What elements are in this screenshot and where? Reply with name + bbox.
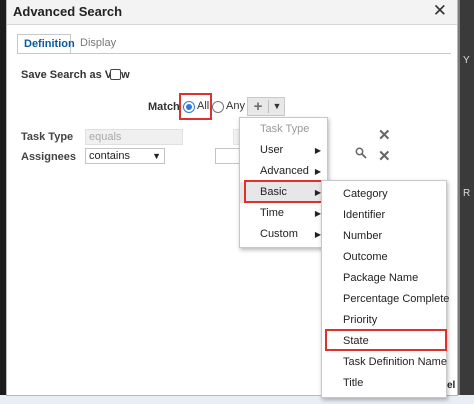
close-icon[interactable]: ✕ (433, 1, 447, 21)
match-any-label: Any (226, 100, 245, 112)
add-criteria-button[interactable]: + ▼ (247, 97, 285, 116)
basic-submenu: Category Identifier Number Outcome Packa… (321, 180, 449, 398)
dialog-titlebar: Advanced Search ✕ (7, 0, 457, 25)
background-peek-text: Y (463, 55, 470, 66)
tab-divider (17, 53, 451, 54)
submenu-item-percentage-complete[interactable]: Percentage Complete (322, 289, 449, 310)
task-type-operator-value: equals (89, 131, 122, 143)
add-criteria-menu: Task Type User ▶ Advanced ▶ Basic ▶ Time… (239, 117, 328, 248)
menu-header-task-type: Task Type (260, 123, 310, 135)
menu-item-advanced[interactable]: Advanced ▶ (240, 161, 327, 182)
match-any-radio[interactable] (212, 101, 224, 113)
menu-item-time[interactable]: Time ▶ (240, 203, 327, 224)
search-icon[interactable] (355, 147, 367, 159)
submenu-item-outcome[interactable]: Outcome (322, 247, 446, 268)
assignees-operator-value: contains (89, 150, 130, 162)
match-all-label: All (197, 100, 210, 112)
dialog-title: Advanced Search (13, 4, 123, 19)
caret-down-icon[interactable]: ▼ (270, 98, 284, 115)
remove-assignees-icon[interactable]: ✕ (378, 149, 391, 164)
background-peek-text: R (463, 188, 471, 199)
menu-item-user[interactable]: User ▶ (240, 140, 327, 161)
button-separator (268, 100, 269, 113)
submenu-item-package-name[interactable]: Package Name (322, 268, 446, 289)
submenu-arrow-icon: ▶ (314, 167, 321, 176)
submenu-item-title[interactable]: Title (322, 373, 446, 394)
task-type-operator-select: equals (85, 129, 183, 145)
match-label: Match (148, 101, 180, 113)
menu-item-custom-label: Custom (260, 228, 298, 240)
chevron-down-icon: ▼ (152, 151, 161, 161)
submenu-item-priority[interactable]: Priority (322, 310, 446, 331)
match-all-radio[interactable] (183, 101, 195, 113)
submenu-item-task-definition-name[interactable]: Task Definition Name (322, 352, 447, 373)
submenu-item-identifier[interactable]: Identifier (322, 205, 446, 226)
criteria-label-task-type: Task Type (21, 131, 74, 143)
criteria-label-assignees: Assignees (21, 151, 77, 163)
assignees-operator-select[interactable]: contains ▼ (85, 148, 165, 164)
menu-item-user-label: User (260, 144, 284, 156)
submenu-item-number[interactable]: Number (322, 226, 446, 247)
tab-display[interactable]: Display (77, 34, 116, 54)
menu-item-basic-label: Basic (260, 186, 287, 198)
menu-item-basic[interactable]: Basic ▶ (240, 182, 327, 203)
menu-item-advanced-label: Advanced (260, 165, 309, 177)
menu-item-custom[interactable]: Custom ▶ (240, 224, 327, 245)
menu-item-time-label: Time (260, 207, 285, 219)
submenu-arrow-icon: ▶ (314, 146, 321, 155)
remove-task-type-icon[interactable]: ✕ (378, 128, 391, 143)
background-button-text: el (447, 380, 456, 391)
submenu-item-category[interactable]: Category (322, 184, 446, 205)
save-search-checkbox[interactable] (110, 69, 121, 80)
submenu-item-state[interactable]: State (322, 331, 446, 352)
plus-icon[interactable]: + (248, 98, 268, 115)
tab-definition[interactable]: Definition (17, 34, 75, 54)
